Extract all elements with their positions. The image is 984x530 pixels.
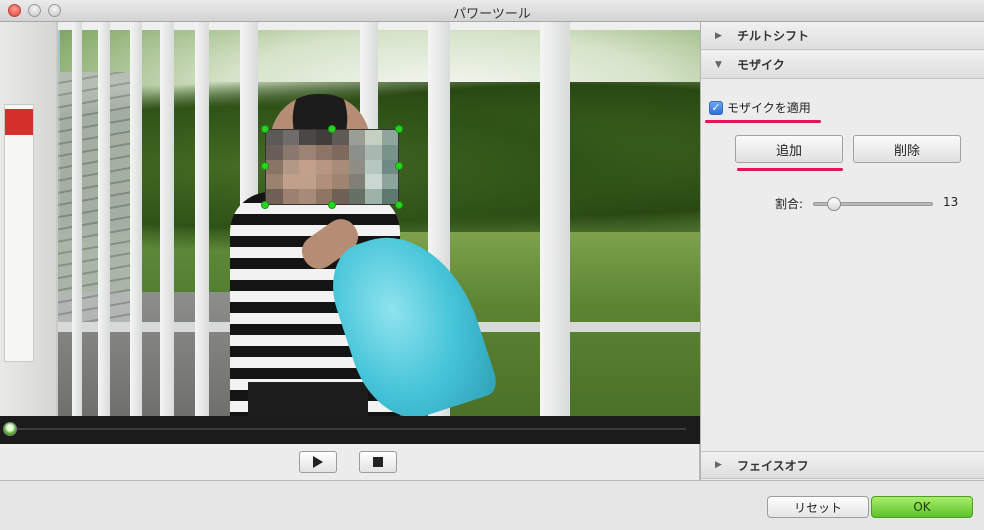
timeline-track[interactable] xyxy=(10,428,686,430)
mosaic-cell xyxy=(332,159,349,175)
bottom-bar: リセット OK xyxy=(0,480,984,530)
wall-sign xyxy=(4,104,34,362)
mosaic-cell xyxy=(282,189,299,204)
window-title: パワーツール xyxy=(453,7,531,22)
mosaic-cell xyxy=(266,130,283,145)
stop-icon xyxy=(373,457,383,467)
mosaic-settings: ✓ モザイクを適用 追加 削除 割合: 13 xyxy=(701,79,984,451)
mosaic-cell xyxy=(365,174,382,190)
window-pillar xyxy=(540,22,570,416)
resize-handle-bottom[interactable] xyxy=(328,201,336,209)
delete-button[interactable]: 削除 xyxy=(853,135,961,163)
effects-panel: ▶ チルトシフト ▼ モザイク ✓ モザイクを適用 追加 削除 割合: 13 ▶… xyxy=(700,22,984,480)
stop-button[interactable] xyxy=(359,451,397,473)
highlight-underline xyxy=(705,120,821,123)
mosaic-cell xyxy=(315,144,332,160)
mosaic-cell xyxy=(348,130,365,145)
mosaic-region[interactable] xyxy=(265,129,399,205)
section-label: フェイスオフ xyxy=(737,458,809,473)
ratio-value: 13 xyxy=(943,195,959,209)
ratio-slider-thumb[interactable] xyxy=(826,197,841,211)
apply-mosaic-row[interactable]: ✓ モザイクを適用 xyxy=(709,99,811,116)
mosaic-cell xyxy=(299,174,316,190)
section-tilt-shift[interactable]: ▶ チルトシフト xyxy=(701,22,984,50)
title-bar: パワーツール xyxy=(0,0,984,22)
mosaic-cell xyxy=(299,144,316,160)
mosaic-cell xyxy=(381,144,398,160)
section-face-off[interactable]: ▶ フェイスオフ xyxy=(701,451,984,479)
mosaic-cell xyxy=(365,159,382,175)
mosaic-cell xyxy=(381,130,398,145)
mosaic-cell xyxy=(299,130,316,145)
mosaic-cell xyxy=(365,189,382,204)
resize-handle-top[interactable] xyxy=(328,125,336,133)
power-tool-window: パワーツール ▶ チルトシフト ▼ モザイク ✓ モザイクを適用 追加 削除 割… xyxy=(0,0,984,530)
highlight-underline xyxy=(737,168,843,171)
resize-handle-bottom-left[interactable] xyxy=(261,201,269,209)
play-icon xyxy=(313,456,323,468)
mosaic-cell xyxy=(332,144,349,160)
mosaic-cell xyxy=(365,130,382,145)
mosaic-cell xyxy=(266,144,283,160)
mosaic-cell xyxy=(365,144,382,160)
resize-handle-top-right[interactable] xyxy=(395,125,403,133)
playback-controls xyxy=(0,444,700,480)
reset-button[interactable]: リセット xyxy=(767,496,869,518)
section-label: チルトシフト xyxy=(737,29,810,43)
add-button[interactable]: 追加 xyxy=(735,135,843,163)
window-frame-beam xyxy=(58,22,700,30)
mosaic-cell xyxy=(299,159,316,175)
disclosure-down-icon: ▼ xyxy=(715,59,722,70)
window-pillar xyxy=(130,22,142,416)
apply-mosaic-label: モザイクを適用 xyxy=(727,101,811,115)
mosaic-cell xyxy=(348,189,365,204)
mosaic-cell xyxy=(332,130,349,145)
mosaic-cell xyxy=(282,159,299,175)
mosaic-cell xyxy=(332,174,349,190)
resize-handle-right[interactable] xyxy=(395,162,403,170)
mosaic-cell xyxy=(315,159,332,175)
ok-button[interactable]: OK xyxy=(871,496,973,518)
mosaic-cell xyxy=(282,174,299,190)
timeline[interactable] xyxy=(0,416,700,444)
mosaic-cell xyxy=(299,189,316,204)
playhead-knob[interactable] xyxy=(3,422,17,436)
apply-mosaic-checkbox[interactable]: ✓ xyxy=(709,100,723,115)
mosaic-cell xyxy=(282,130,299,145)
mosaic-cell xyxy=(315,174,332,190)
resize-handle-left[interactable] xyxy=(261,162,269,170)
mosaic-cell xyxy=(348,174,365,190)
left-wall xyxy=(0,22,58,416)
play-button[interactable] xyxy=(299,451,337,473)
window-pillar xyxy=(195,22,209,416)
mosaic-cell xyxy=(348,144,365,160)
section-mosaic[interactable]: ▼ モザイク xyxy=(701,51,984,79)
disclosure-right-icon: ▶ xyxy=(715,460,722,470)
resize-handle-top-left[interactable] xyxy=(261,125,269,133)
mosaic-cell xyxy=(266,189,283,204)
person-pants xyxy=(248,382,368,416)
window-pillar xyxy=(160,22,174,416)
resize-handle-bottom-right[interactable] xyxy=(395,201,403,209)
window-pillar xyxy=(72,22,82,416)
mosaic-cell xyxy=(348,159,365,175)
mosaic-cell xyxy=(381,174,398,190)
section-label: モザイク xyxy=(737,58,785,72)
mosaic-cell xyxy=(282,144,299,160)
video-preview[interactable] xyxy=(0,22,700,416)
ratio-label: 割合: xyxy=(775,197,804,211)
window-pillar xyxy=(98,22,110,416)
ratio-slider-row: 割合: 13 xyxy=(775,193,975,213)
disclosure-right-icon: ▶ xyxy=(715,30,722,41)
mosaic-cell xyxy=(266,174,283,190)
